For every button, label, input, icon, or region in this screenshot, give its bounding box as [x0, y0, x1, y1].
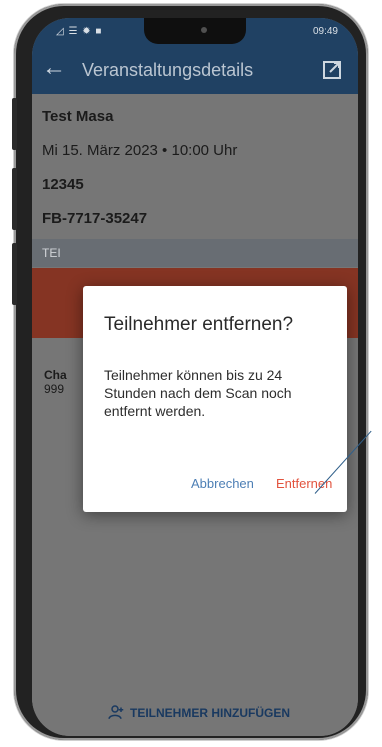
dialog-title: Teilnehmer entfernen? — [104, 314, 294, 335]
dialog-message: Teilnehmer können bis zu 24 Stunden nach… — [104, 367, 292, 419]
phone-side-button — [12, 243, 17, 305]
screen: ◿ ☰ ✹ ■ 09:49 ← Veranstaltungsdetails Te… — [32, 18, 358, 736]
phone-side-button — [12, 168, 17, 230]
phone-side-button — [12, 98, 17, 150]
cancel-button[interactable]: Abbrechen — [191, 476, 254, 491]
remove-participant-dialog: Teilnehmer entfernen? Teilnehmer können … — [83, 286, 347, 512]
phone-frame: ◿ ☰ ✹ ■ 09:49 ← Veranstaltungsdetails Te… — [14, 4, 368, 740]
